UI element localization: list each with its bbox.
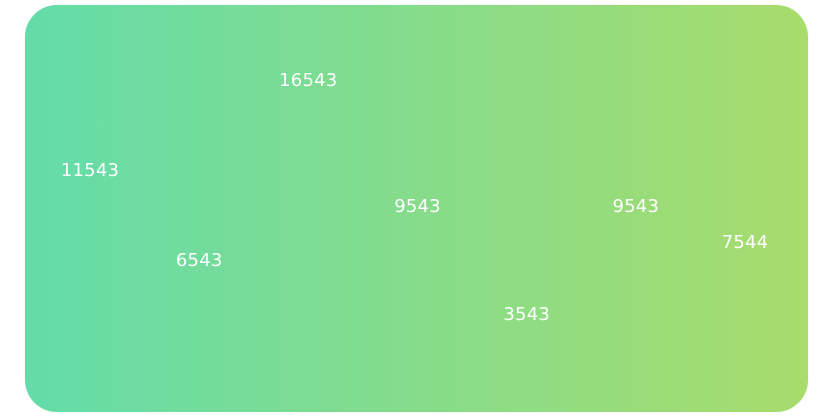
- data-label: 11543: [61, 160, 119, 181]
- data-label: 7544: [722, 232, 769, 253]
- data-label: 16543: [279, 70, 337, 91]
- data-label: 3543: [503, 304, 550, 325]
- chart-canvas: 11543 6543 16543 9543 3543 9543 7544: [25, 5, 808, 412]
- data-label: 6543: [176, 250, 223, 271]
- data-label: 9543: [394, 196, 441, 217]
- chart-card: 11543 6543 16543 9543 3543 9543 7544: [25, 5, 808, 412]
- data-label: 9543: [612, 196, 659, 217]
